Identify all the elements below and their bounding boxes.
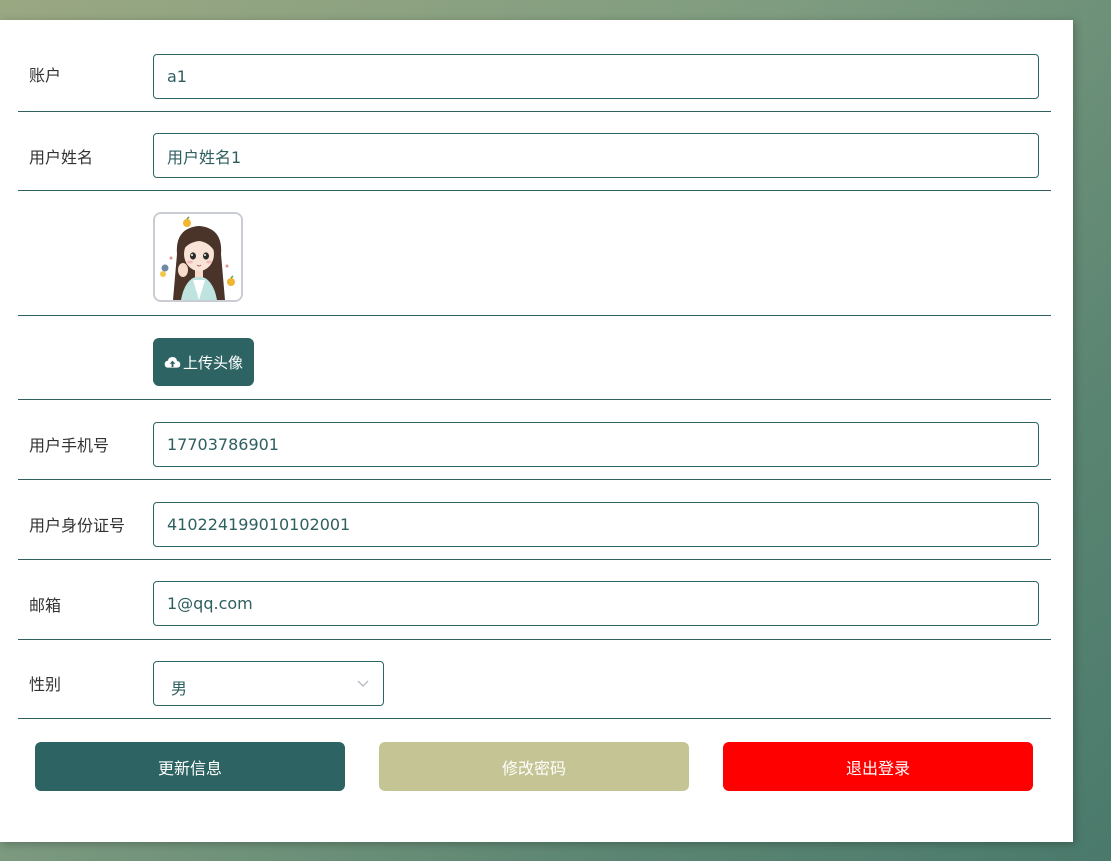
- email-label: 邮箱: [29, 596, 62, 615]
- logout-button[interactable]: 退出登录: [723, 742, 1033, 791]
- email-input[interactable]: [153, 581, 1039, 626]
- update-info-button[interactable]: 更新信息: [35, 742, 345, 791]
- account-label: 账户: [29, 66, 62, 85]
- upload-row: 上传头像: [18, 315, 1051, 400]
- phone-input[interactable]: [153, 422, 1039, 467]
- account-input[interactable]: [153, 54, 1039, 99]
- username-label: 用户姓名: [29, 148, 94, 167]
- idcard-label: 用户身份证号: [29, 516, 126, 535]
- gender-row: 性别 男: [18, 639, 1051, 719]
- chevron-down-icon: [357, 680, 369, 687]
- cloud-upload-icon: [164, 357, 181, 368]
- avatar-illustration: [155, 214, 241, 300]
- email-row: 邮箱: [18, 559, 1051, 640]
- idcard-row: 用户身份证号: [18, 479, 1051, 560]
- upload-avatar-label: 上传头像: [182, 353, 243, 372]
- gender-label: 性别: [29, 675, 62, 694]
- idcard-input[interactable]: [153, 502, 1039, 547]
- gender-select[interactable]: 男: [153, 661, 384, 706]
- avatar-row: [18, 190, 1051, 316]
- phone-label: 用户手机号: [29, 436, 110, 455]
- username-input[interactable]: [153, 133, 1039, 178]
- upload-avatar-button[interactable]: 上传头像: [153, 338, 254, 386]
- account-row: 账户: [18, 20, 1051, 112]
- change-password-button[interactable]: 修改密码: [379, 742, 689, 791]
- username-row: 用户姓名: [18, 111, 1051, 191]
- avatar-image[interactable]: [153, 212, 243, 302]
- gender-select-value: 男: [171, 679, 188, 698]
- phone-row: 用户手机号: [18, 399, 1051, 480]
- profile-panel: 账户 用户姓名: [0, 20, 1073, 842]
